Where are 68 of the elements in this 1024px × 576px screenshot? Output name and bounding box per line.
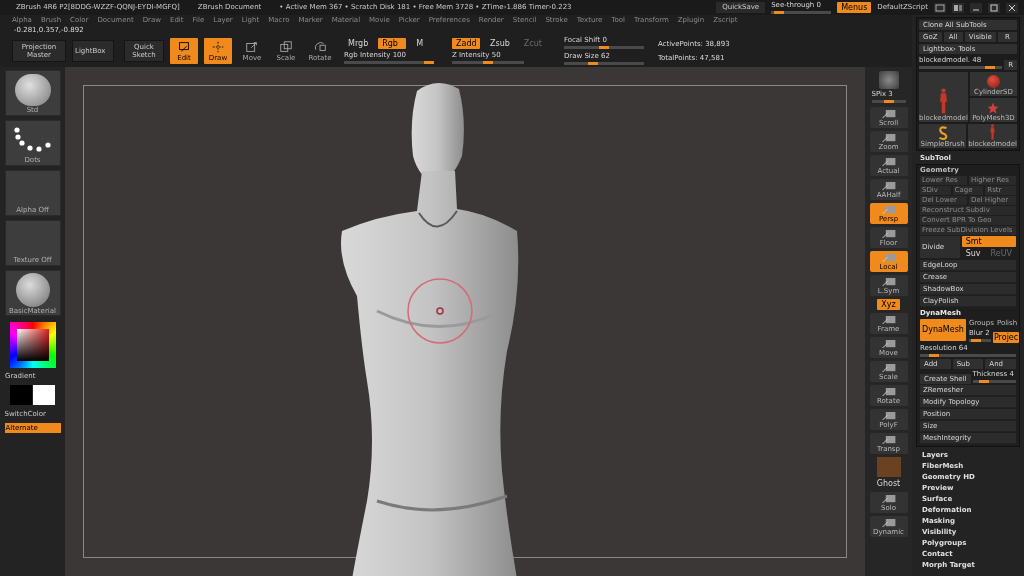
view-tool-icon <box>880 109 897 119</box>
project-toggle[interactable]: Projec <box>992 332 1020 343</box>
view-tool-icon <box>880 181 897 191</box>
layout-icon[interactable] <box>934 2 946 13</box>
slider-thumb[interactable] <box>883 100 894 103</box>
view-tool-icon <box>880 435 897 445</box>
mode-icon <box>313 40 327 54</box>
slider-track[interactable] <box>771 10 832 14</box>
close-icon[interactable] <box>1006 2 1018 13</box>
minimize-icon[interactable] <box>970 2 982 13</box>
spix-thumbnail[interactable] <box>878 71 899 89</box>
restore-icon[interactable] <box>988 2 1000 13</box>
figure-icon <box>988 124 998 140</box>
view-tool-icon <box>880 387 897 397</box>
slider-track[interactable] <box>563 46 644 49</box>
slider-track[interactable] <box>920 354 1016 357</box>
slider-track[interactable] <box>972 380 1016 383</box>
color-picker[interactable] <box>9 322 56 368</box>
secondary-color-swatch[interactable] <box>33 385 55 405</box>
view-tool-icon <box>880 133 897 143</box>
slider-thumb[interactable] <box>979 380 990 383</box>
main-color-swatch[interactable] <box>10 385 32 405</box>
dot-stroke-icon <box>14 127 51 152</box>
toolbar-button[interactable]: Rgb <box>378 37 407 49</box>
shelf-button[interactable]: Ghost <box>872 478 905 489</box>
s-curve-icon <box>937 126 948 140</box>
mode-icon <box>211 40 225 54</box>
toolbar-button[interactable]: Mrgb <box>344 37 373 49</box>
material-swatch[interactable] <box>876 457 901 477</box>
suv-toggle[interactable]: Suv <box>961 248 985 259</box>
slider-thumb[interactable] <box>424 60 434 64</box>
figure-icon <box>938 88 948 114</box>
view-tool-icon <box>880 157 897 167</box>
slider-thumb[interactable] <box>598 46 609 49</box>
slider-thumb[interactable] <box>928 354 939 357</box>
slider-track[interactable] <box>563 62 644 65</box>
dynamesh-button[interactable]: DynaMesh <box>920 319 966 341</box>
view-tool-icon <box>880 229 897 239</box>
layout-icon[interactable] <box>952 2 964 13</box>
view-tool-icon <box>880 253 897 263</box>
slider-thumb[interactable] <box>971 339 982 342</box>
slider-track[interactable] <box>344 60 434 64</box>
slider-track[interactable] <box>871 100 906 103</box>
smt-toggle[interactable]: Smt <box>961 236 1016 247</box>
mode-icon <box>177 40 191 54</box>
slider-thumb[interactable] <box>984 66 995 69</box>
view-tool-icon <box>880 339 897 349</box>
slider-track[interactable] <box>919 66 1003 69</box>
slider-track[interactable] <box>452 60 524 64</box>
menus-button[interactable]: Menus <box>837 2 872 13</box>
toolbar-button[interactable]: M <box>412 37 428 49</box>
view-tool-icon <box>880 315 897 325</box>
view-tool-icon <box>880 411 897 421</box>
slider-track[interactable] <box>968 339 991 342</box>
axis-toggle[interactable]: Xyz <box>877 299 900 310</box>
toolbar-button[interactable]: Zsub <box>486 37 514 49</box>
mode-icon <box>279 40 293 54</box>
view-tool-icon <box>880 494 897 504</box>
mode-icon <box>245 40 259 54</box>
slider-thumb[interactable] <box>588 62 599 65</box>
slider-thumb[interactable] <box>773 10 784 14</box>
star-icon <box>987 102 1000 114</box>
view-tool-icon <box>880 518 897 528</box>
view-tool-icon <box>880 363 897 373</box>
view-tool-icon <box>880 205 897 215</box>
toolbar-button[interactable]: Zadd <box>452 37 480 49</box>
slider-thumb[interactable] <box>483 60 493 64</box>
view-tool-icon <box>880 277 897 287</box>
